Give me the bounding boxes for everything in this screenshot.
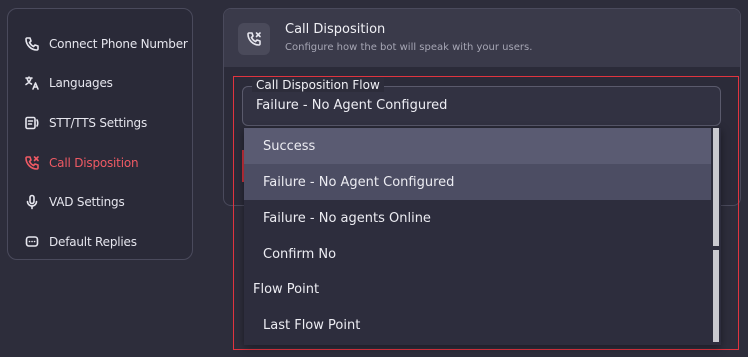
dropdown-option[interactable]: Last Flow Point	[244, 307, 711, 343]
sidebar-item-label: Connect Phone Number	[49, 37, 188, 51]
phone-icon	[22, 34, 42, 54]
settings-sidebar: Connect Phone Number Languages STT/TTS S…	[7, 8, 193, 260]
dropdown-option[interactable]: Success	[244, 128, 711, 164]
sidebar-item-connect-phone-number[interactable]: Connect Phone Number	[22, 33, 188, 55]
panel-header: Call Disposition Configure how the bot w…	[224, 9, 740, 67]
scrollbar-thumb[interactable]	[713, 128, 719, 246]
sidebar-item-label: Call Disposition	[49, 156, 139, 170]
sidebar-item-label: Languages	[49, 76, 113, 90]
phone-x-icon	[238, 23, 270, 55]
scrollbar-thumb[interactable]	[713, 250, 719, 342]
sidebar-item-label: VAD Settings	[49, 195, 125, 209]
dropdown-option-selected[interactable]: Failure - No Agent Configured	[244, 164, 711, 200]
sidebar-item-call-disposition[interactable]: Call Disposition	[22, 152, 139, 174]
field-label: Call Disposition Flow	[252, 78, 384, 92]
phone-x-icon	[22, 153, 42, 173]
selected-value: Failure - No Agent Configured	[256, 98, 448, 113]
translate-icon	[22, 73, 42, 93]
microphone-icon	[22, 192, 42, 212]
sidebar-item-vad-settings[interactable]: VAD Settings	[22, 191, 125, 213]
sidebar-item-languages[interactable]: Languages	[22, 72, 113, 94]
sidebar-item-label: STT/TTS Settings	[49, 116, 148, 130]
speech-text-icon	[22, 113, 42, 133]
scrollbar[interactable]	[711, 128, 721, 345]
sidebar-item-stt-tts-settings[interactable]: STT/TTS Settings	[22, 112, 147, 134]
page-title: Call Disposition	[285, 22, 386, 37]
dropdown-option[interactable]: Flow Point	[244, 271, 711, 307]
sidebar-item-default-replies[interactable]: Default Replies	[22, 231, 137, 253]
dropdown-menu: Success Failure - No Agent Configured Fa…	[244, 128, 721, 345]
page-subtitle: Configure how the bot will speak with yo…	[285, 42, 533, 53]
chat-icon	[22, 232, 42, 252]
sidebar-item-label: Default Replies	[49, 235, 137, 249]
dropdown-option[interactable]: Confirm No	[244, 236, 711, 272]
dropdown-option[interactable]: Failure - No agents Online	[244, 200, 711, 236]
